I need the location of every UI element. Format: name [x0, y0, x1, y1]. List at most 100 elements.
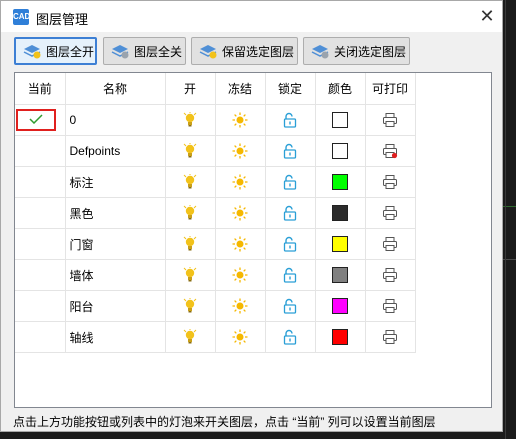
- table-row[interactable]: Defpoints: [15, 135, 416, 167]
- on-toggle[interactable]: [165, 135, 216, 167]
- lightbulb-icon: [183, 205, 197, 220]
- freeze-toggle[interactable]: [215, 166, 266, 198]
- color-swatch: [332, 205, 348, 221]
- lock-toggle[interactable]: [265, 228, 316, 260]
- background-line: [505, 0, 506, 439]
- column-header-current[interactable]: 当前: [15, 73, 66, 105]
- printable-toggle[interactable]: [365, 228, 416, 260]
- layers-off-icon: [111, 45, 129, 59]
- current-cell[interactable]: [15, 166, 66, 198]
- layer-name[interactable]: 0: [65, 104, 166, 136]
- lightbulb-icon: [183, 236, 197, 251]
- current-layer-marker: [15, 109, 56, 131]
- lock-toggle[interactable]: [265, 135, 316, 167]
- table-row[interactable]: 0: [15, 104, 416, 136]
- on-toggle[interactable]: [165, 228, 216, 260]
- title-bar: CAD 图层管理 ✕: [1, 1, 502, 32]
- layer-name[interactable]: Defpoints: [65, 135, 166, 167]
- close-selected-layers-label: 关闭选定图层: [334, 44, 407, 59]
- unlocked-padlock-icon: [283, 143, 297, 159]
- on-toggle[interactable]: [165, 197, 216, 229]
- close-button[interactable]: ✕: [472, 1, 502, 32]
- printable-toggle[interactable]: [365, 197, 416, 229]
- on-toggle[interactable]: [165, 321, 216, 353]
- printable-toggle[interactable]: [365, 104, 416, 136]
- unlocked-padlock-icon: [283, 205, 297, 221]
- lock-toggle[interactable]: [265, 290, 316, 322]
- color-picker[interactable]: [315, 135, 366, 167]
- layer-name[interactable]: 标注: [65, 166, 166, 198]
- on-toggle[interactable]: [165, 290, 216, 322]
- table-row[interactable]: 轴线: [15, 321, 416, 353]
- color-swatch: [332, 112, 348, 128]
- color-picker[interactable]: [315, 166, 366, 198]
- color-picker[interactable]: [315, 228, 366, 260]
- freeze-toggle[interactable]: [215, 321, 266, 353]
- column-header-name[interactable]: 名称: [65, 73, 166, 105]
- layer-name[interactable]: 阳台: [65, 290, 166, 322]
- table-row[interactable]: 阳台: [15, 290, 416, 322]
- printable-toggle[interactable]: [365, 166, 416, 198]
- color-picker[interactable]: [315, 259, 366, 291]
- current-cell[interactable]: [15, 104, 66, 136]
- lock-toggle[interactable]: [265, 259, 316, 291]
- table-row[interactable]: 墙体: [15, 259, 416, 291]
- layer-table-body: 当前 名称 开 冻结 锁定 颜色 可打印 0 Defpoints 标注 黑色 门窗 墙体阳…: [15, 73, 416, 353]
- close-selected-layers-button[interactable]: 关闭选定图层: [303, 37, 410, 65]
- unlocked-padlock-icon: [283, 267, 297, 283]
- layer-name[interactable]: 轴线: [65, 321, 166, 353]
- printable-toggle[interactable]: [365, 321, 416, 353]
- color-picker[interactable]: [315, 290, 366, 322]
- lock-toggle[interactable]: [265, 166, 316, 198]
- lock-toggle[interactable]: [265, 104, 316, 136]
- column-header-on[interactable]: 开: [165, 73, 216, 105]
- current-cell[interactable]: [15, 228, 66, 260]
- current-cell[interactable]: [15, 259, 66, 291]
- current-cell[interactable]: [15, 135, 66, 167]
- color-picker[interactable]: [315, 197, 366, 229]
- sun-icon: [232, 174, 248, 190]
- freeze-toggle[interactable]: [215, 104, 266, 136]
- app-icon: CAD: [13, 9, 30, 25]
- all-layers-off-button[interactable]: 图层全关: [103, 37, 186, 65]
- column-header-color[interactable]: 颜色: [315, 73, 366, 105]
- lock-toggle[interactable]: [265, 197, 316, 229]
- color-picker[interactable]: [315, 321, 366, 353]
- keep-selected-layers-button[interactable]: 保留选定图层: [191, 37, 298, 65]
- color-picker[interactable]: [315, 104, 366, 136]
- current-cell[interactable]: [15, 290, 66, 322]
- sun-icon: [232, 329, 248, 345]
- on-toggle[interactable]: [165, 259, 216, 291]
- printer-icon: [383, 206, 397, 220]
- lock-toggle[interactable]: [265, 321, 316, 353]
- printable-toggle[interactable]: [365, 259, 416, 291]
- printable-toggle[interactable]: [365, 290, 416, 322]
- freeze-toggle[interactable]: [215, 197, 266, 229]
- layer-name[interactable]: 黑色: [65, 197, 166, 229]
- column-header-printable[interactable]: 可打印: [365, 73, 416, 105]
- table-row[interactable]: 门窗: [15, 228, 416, 260]
- freeze-toggle[interactable]: [215, 290, 266, 322]
- sun-icon: [232, 112, 248, 128]
- table-header-row: 当前 名称 开 冻结 锁定 颜色 可打印: [15, 73, 416, 105]
- layer-name[interactable]: 墙体: [65, 259, 166, 291]
- column-header-freeze[interactable]: 冻结: [215, 73, 266, 105]
- unlocked-padlock-icon: [283, 298, 297, 314]
- window-title: 图层管理: [36, 12, 89, 27]
- on-toggle[interactable]: [165, 166, 216, 198]
- freeze-toggle[interactable]: [215, 135, 266, 167]
- status-bar-text: 点击上方功能按钮或列表中的灯泡来开关图层，点击 “当前” 列可以设置当前图层: [13, 415, 436, 429]
- all-layers-on-button[interactable]: 图层全开: [14, 37, 97, 65]
- freeze-toggle[interactable]: [215, 259, 266, 291]
- current-cell[interactable]: [15, 321, 66, 353]
- current-cell[interactable]: [15, 197, 66, 229]
- printable-toggle[interactable]: [365, 135, 416, 167]
- table-row[interactable]: 标注: [15, 166, 416, 198]
- freeze-toggle[interactable]: [215, 228, 266, 260]
- layer-name[interactable]: 门窗: [65, 228, 166, 260]
- table-row[interactable]: 黑色: [15, 197, 416, 229]
- color-swatch: [332, 174, 348, 190]
- on-toggle[interactable]: [165, 104, 216, 136]
- printer-icon: [383, 237, 397, 251]
- column-header-lock[interactable]: 锁定: [265, 73, 316, 105]
